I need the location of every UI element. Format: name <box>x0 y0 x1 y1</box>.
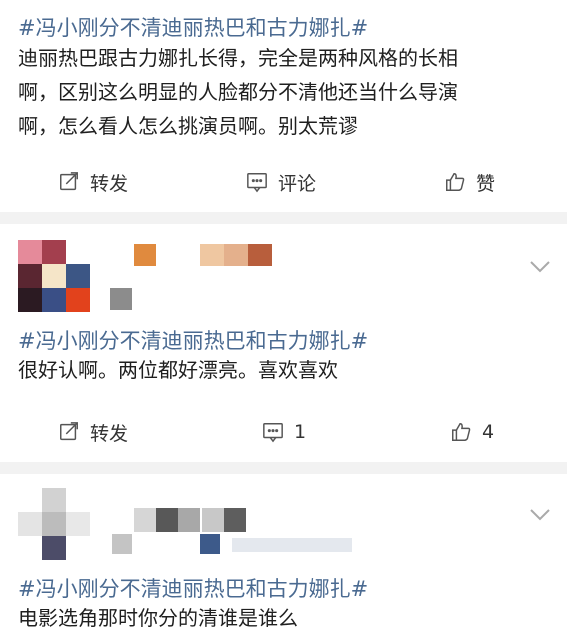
post-card-3: #冯小刚分不清迪丽热巴和古力娜扎# 电影选角那时你分的清谁是谁么 <box>0 474 567 640</box>
like-label: 赞 <box>476 172 496 195</box>
meta-redacted <box>112 534 362 554</box>
username-redacted[interactable] <box>112 508 262 532</box>
repost-label: 转发 <box>90 422 129 445</box>
comment-label: 评论 <box>278 172 317 195</box>
action-bar: 转发 1 4 <box>0 414 567 450</box>
hashtag-link[interactable]: #冯小刚分不清迪丽热巴和古力娜扎# <box>18 325 368 355</box>
action-bar: 转发 评论 赞 <box>0 164 567 200</box>
chevron-down-icon[interactable] <box>529 260 551 274</box>
post-text-line: 迪丽热巴跟古力娜扎长得，完全是两种风格的长相 <box>18 46 458 70</box>
comment-icon <box>263 423 283 443</box>
repost-icon <box>60 172 78 191</box>
thumbs-up-icon <box>452 423 471 441</box>
comment-button[interactable]: 1 <box>262 414 306 450</box>
separator <box>0 212 567 224</box>
post-text-line: 很好认啊。两位都好漂亮。喜欢喜欢 <box>18 358 338 382</box>
username-redacted[interactable] <box>128 244 278 266</box>
like-count: 4 <box>482 421 495 443</box>
like-button[interactable]: 赞 <box>444 164 495 200</box>
comment-count: 1 <box>294 421 307 443</box>
post-card-2: #冯小刚分不清迪丽热巴和古力娜扎# 很好认啊。两位都好漂亮。喜欢喜欢 转发 1 … <box>0 224 567 462</box>
repost-button[interactable]: 转发 <box>58 414 128 450</box>
repost-icon <box>60 422 78 441</box>
avatar <box>18 488 90 560</box>
post-card-1: #冯小刚分不清迪丽热巴和古力娜扎# 迪丽热巴跟古力娜扎长得，完全是两种风格的长相… <box>0 0 567 212</box>
hashtag-link[interactable]: #冯小刚分不清迪丽热巴和古力娜扎# <box>18 12 368 42</box>
comment-icon <box>247 173 267 193</box>
avatar <box>18 240 90 312</box>
comment-button[interactable]: 评论 <box>246 164 316 200</box>
thumbs-up-icon <box>446 173 465 191</box>
post-text-line: 啊，区别这么明显的人脸都分不清他还当什么导演 <box>18 80 458 104</box>
separator <box>0 462 567 474</box>
post-text-line: 电影选角那时你分的清谁是谁么 <box>18 606 298 630</box>
repost-button[interactable]: 转发 <box>58 164 128 200</box>
post-text-line: 啊，怎么看人怎么挑演员啊。别太荒谬 <box>18 114 358 138</box>
hashtag-link[interactable]: #冯小刚分不清迪丽热巴和古力娜扎# <box>18 573 368 603</box>
meta-redacted <box>110 288 132 310</box>
like-button[interactable]: 4 <box>450 414 494 450</box>
chevron-down-icon[interactable] <box>529 508 551 522</box>
repost-label: 转发 <box>90 172 129 195</box>
